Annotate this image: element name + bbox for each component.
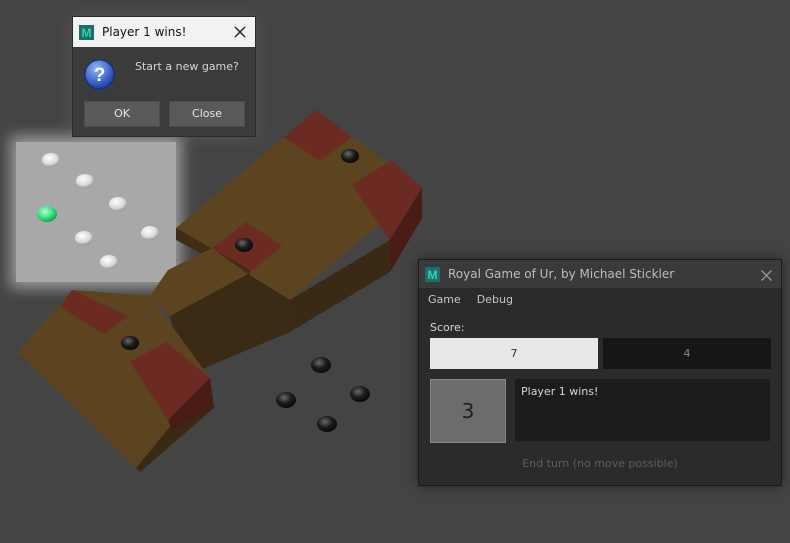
white-piece[interactable]: [76, 174, 94, 188]
app-logo-icon: M: [425, 266, 440, 282]
game-window: M Royal Game of Ur, by Michael Stickler …: [418, 259, 782, 486]
black-piece[interactable]: [121, 336, 139, 350]
dialog-message: Start a new game?: [135, 60, 239, 73]
ok-button[interactable]: OK: [84, 101, 160, 127]
svg-text:?: ?: [94, 65, 106, 86]
close-icon[interactable]: [233, 24, 247, 38]
black-piece[interactable]: [317, 416, 337, 432]
svg-text:M: M: [82, 26, 92, 40]
question-icon: ?: [84, 59, 115, 90]
white-piece[interactable]: [141, 226, 159, 240]
close-button[interactable]: Close: [169, 101, 245, 127]
white-piece[interactable]: [109, 197, 127, 211]
black-piece[interactable]: [276, 392, 296, 408]
black-piece[interactable]: [311, 357, 331, 373]
end-turn-button[interactable]: End turn (no move possible): [430, 453, 770, 475]
game-over-dialog: M Player 1 wins! ? Start a new game? OK …: [72, 16, 256, 137]
menu-debug[interactable]: Debug: [477, 293, 513, 306]
status-box: Player 1 wins!: [515, 379, 770, 441]
black-piece[interactable]: [235, 238, 253, 252]
dialog-titlebar: M Player 1 wins!: [73, 17, 255, 47]
svg-text:M: M: [428, 268, 438, 282]
white-piece[interactable]: [100, 255, 118, 269]
highlighted-piece[interactable]: [37, 206, 57, 222]
menu-bar: Game Debug: [419, 288, 781, 310]
dialog-body: ? Start a new game?: [73, 47, 255, 99]
score-label: Score:: [430, 321, 465, 334]
black-piece[interactable]: [341, 149, 359, 163]
player1-score: 7: [430, 338, 598, 369]
menu-game[interactable]: Game: [428, 293, 461, 306]
white-piece[interactable]: [75, 231, 93, 245]
dialog-title: Player 1 wins!: [102, 25, 187, 39]
dice-roll-button[interactable]: 3: [430, 379, 506, 443]
window-title: Royal Game of Ur, by Michael Stickler: [448, 267, 675, 281]
black-piece[interactable]: [350, 386, 370, 402]
close-icon[interactable]: [760, 267, 773, 281]
window-titlebar: M Royal Game of Ur, by Michael Stickler: [419, 260, 781, 288]
player2-score: 4: [603, 338, 771, 369]
app-logo-icon: M: [79, 24, 94, 40]
white-piece[interactable]: [42, 153, 60, 167]
